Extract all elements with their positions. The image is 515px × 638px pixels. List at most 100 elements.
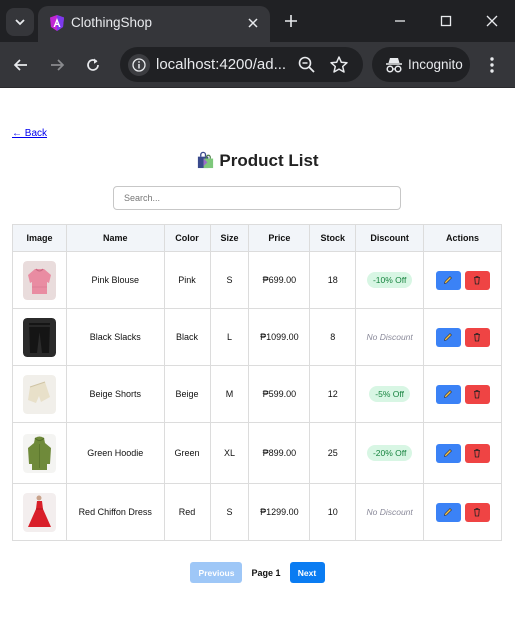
shopping-bags-icon — [198, 151, 214, 169]
edit-button[interactable] — [435, 443, 461, 463]
delete-button[interactable] — [464, 384, 490, 404]
next-button[interactable]: Next — [289, 562, 325, 583]
delete-button[interactable] — [464, 327, 490, 347]
column-header-price: Price — [248, 224, 311, 252]
product-name: Red Chiffon Dress — [65, 483, 165, 541]
browser-menu-button[interactable] — [482, 53, 502, 77]
browser-tab-active[interactable]: ClothingShop — [38, 6, 270, 42]
table-header-row: Image Name Color Size Price Stock Discou… — [12, 224, 502, 252]
image-cell — [12, 483, 67, 541]
product-image-beige-shorts[interactable] — [22, 374, 56, 414]
reload-button[interactable] — [81, 53, 105, 77]
arrow-right-icon — [51, 59, 65, 71]
previous-button[interactable]: Previous — [190, 562, 243, 583]
pencil-icon — [444, 390, 452, 398]
discount-badge: -5% Off — [369, 386, 410, 402]
maximize-button[interactable] — [435, 10, 457, 32]
edit-button[interactable] — [435, 270, 461, 290]
trash-icon — [474, 449, 481, 458]
product-image-pink-blouse[interactable] — [22, 260, 56, 300]
page-indicator: Page 1 — [251, 567, 281, 578]
address-bar[interactable]: localhost:4200/ad... — [120, 47, 363, 82]
new-tab-button[interactable] — [280, 10, 302, 32]
discount-cell: -5% Off — [355, 365, 425, 423]
window-close-button[interactable] — [481, 10, 503, 32]
product-size: L — [209, 308, 250, 366]
product-color: Green — [163, 422, 211, 484]
product-name: Beige Shorts — [65, 365, 165, 423]
column-header-actions: Actions — [423, 224, 502, 252]
back-link[interactable]: ← Back — [12, 128, 47, 139]
discount-cell: No Discount — [355, 483, 425, 541]
pencil-icon — [444, 276, 452, 284]
delete-button[interactable] — [464, 502, 490, 522]
product-image-red-chiffon-dress[interactable] — [22, 492, 56, 532]
delete-button[interactable] — [464, 270, 490, 290]
edit-button[interactable] — [435, 502, 461, 522]
site-info-button[interactable] — [128, 54, 150, 76]
discount-cell: -10% Off — [355, 251, 425, 309]
column-header-discount: Discount — [355, 224, 425, 252]
info-icon — [132, 58, 146, 72]
actions-cell — [423, 308, 502, 366]
column-header-image: Image — [12, 224, 67, 252]
product-size: XL — [209, 422, 250, 484]
page-title-text: Product List — [219, 151, 319, 170]
product-price: ₱899.00 — [248, 422, 311, 484]
edit-button[interactable] — [435, 384, 461, 404]
tab-title: ClothingShop — [71, 15, 153, 30]
delete-button[interactable] — [464, 443, 490, 463]
product-stock: 18 — [309, 251, 357, 309]
product-image-black-slacks[interactable] — [22, 317, 56, 357]
image-cell — [12, 422, 67, 484]
column-header-size: Size — [209, 224, 250, 252]
product-color: Beige — [163, 365, 211, 423]
actions-cell — [423, 422, 502, 484]
actions-cell — [423, 251, 502, 309]
product-name: Green Hoodie — [65, 422, 165, 484]
minimize-button[interactable] — [389, 10, 411, 32]
product-stock: 25 — [309, 422, 357, 484]
table-row: Green Hoodie Green XL ₱899.00 25 -20% Of… — [12, 422, 502, 484]
actions-cell — [423, 483, 502, 541]
product-color: Pink — [163, 251, 211, 309]
address-url[interactable]: localhost:4200/ad... — [156, 56, 286, 73]
pencil-icon — [444, 508, 452, 516]
image-cell — [12, 365, 67, 423]
search-input[interactable] — [113, 186, 401, 210]
tab-search-button[interactable] — [6, 8, 34, 36]
product-price: ₱699.00 — [248, 251, 311, 309]
pencil-icon — [444, 333, 452, 341]
product-price: ₱1299.00 — [248, 483, 311, 541]
minimize-icon — [395, 20, 405, 22]
page-title: Product List — [0, 150, 515, 171]
discount-cell: -20% Off — [355, 422, 425, 484]
more-vertical-icon — [490, 57, 494, 73]
trash-icon — [474, 333, 481, 342]
product-stock: 10 — [309, 483, 357, 541]
image-cell — [12, 251, 67, 309]
table-row: Beige Shorts Beige M ₱599.00 12 -5% Off — [12, 365, 502, 423]
incognito-indicator[interactable]: Incognito — [372, 47, 470, 82]
maximize-icon — [440, 15, 452, 27]
plus-icon — [285, 15, 297, 27]
pagination: Previous Page 1 Next — [0, 562, 515, 583]
close-icon — [248, 18, 258, 28]
product-size: S — [209, 251, 250, 309]
trash-icon — [474, 390, 481, 399]
column-header-color: Color — [163, 224, 211, 252]
product-name: Black Slacks — [65, 308, 165, 366]
bookmark-star-icon[interactable] — [329, 55, 349, 75]
back-button[interactable] — [9, 53, 33, 77]
product-image-green-hoodie[interactable] — [22, 433, 56, 473]
angular-logo-icon — [50, 15, 64, 31]
zoom-out-icon[interactable] — [297, 55, 317, 75]
edit-button[interactable] — [435, 327, 461, 347]
product-price: ₱1099.00 — [248, 308, 311, 366]
tab-close-button[interactable] — [244, 14, 262, 32]
arrow-left-icon — [13, 59, 27, 71]
product-size: M — [209, 365, 250, 423]
forward-button[interactable] — [45, 53, 69, 77]
discount-badge: -20% Off — [366, 445, 413, 461]
pencil-icon — [444, 449, 452, 457]
